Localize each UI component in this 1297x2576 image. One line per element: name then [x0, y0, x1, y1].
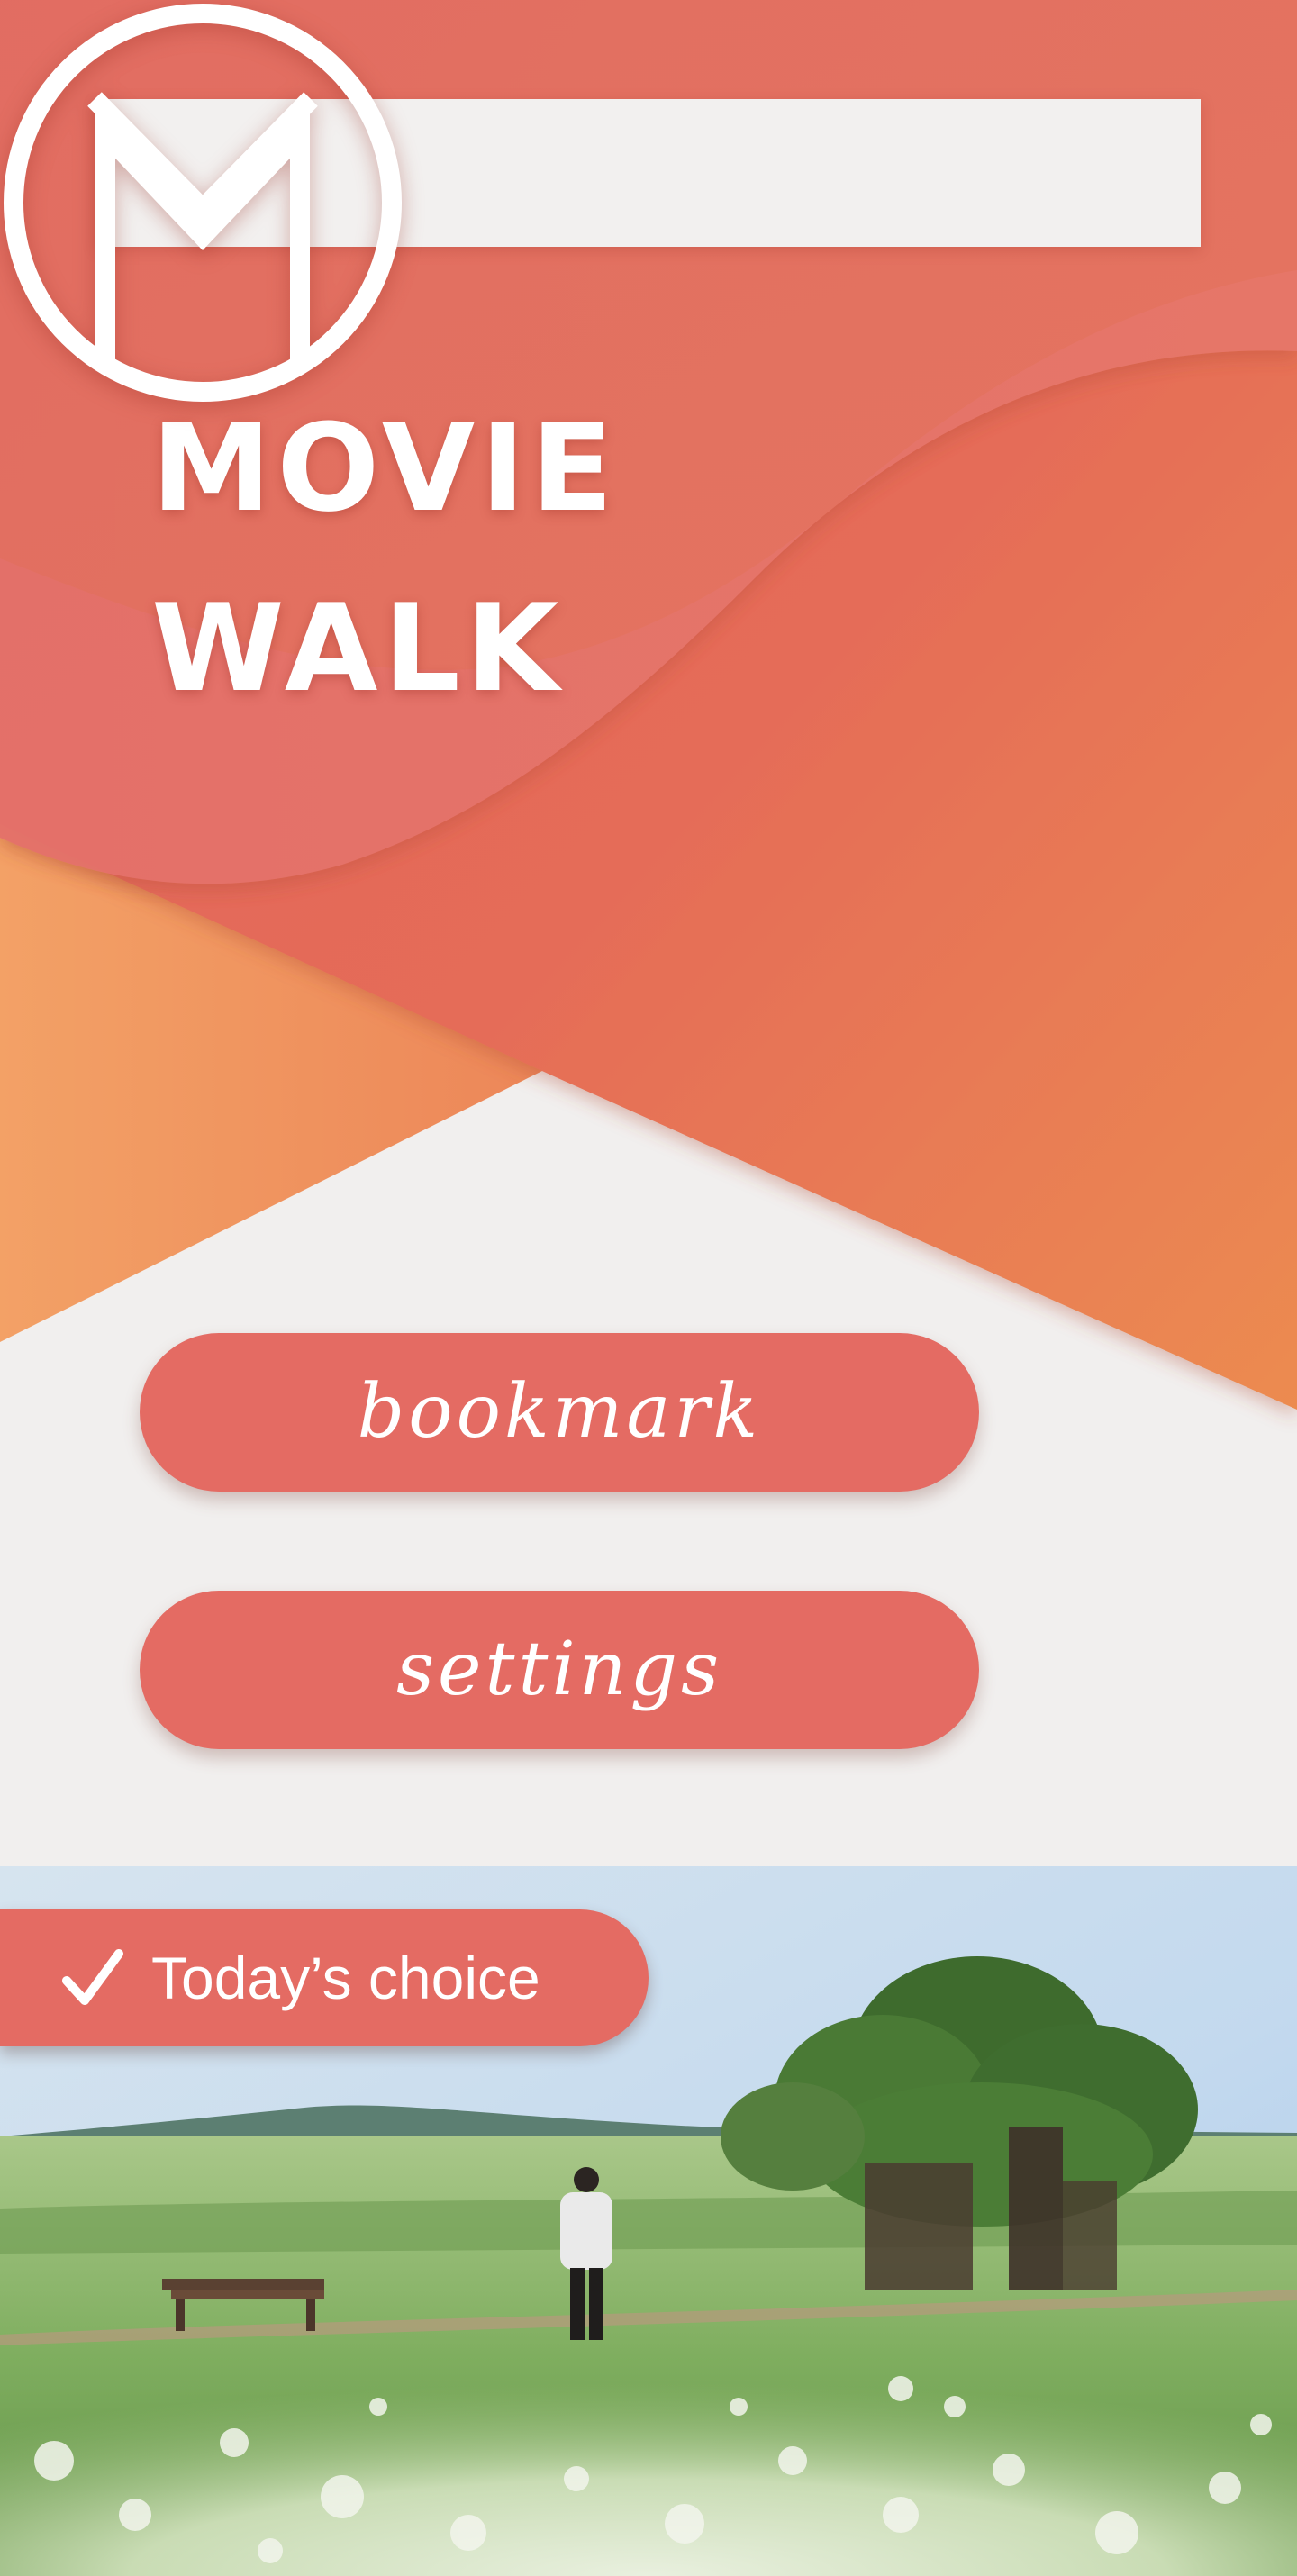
- app-title: MOVIE WALK: [151, 378, 619, 739]
- main-screen: MOVIE WALK bookmark settings Today’s cho…: [0, 0, 1297, 2576]
- m-circle-logo-icon: [4, 4, 402, 402]
- todays-choice-section[interactable]: Today’s choice: [0, 1866, 1297, 2576]
- check-icon: [62, 1949, 123, 2005]
- app-title-line1: MOVIE: [151, 398, 619, 539]
- bookmark-button[interactable]: bookmark: [140, 1333, 979, 1492]
- settings-button[interactable]: settings: [140, 1591, 979, 1749]
- hero-header: MOVIE WALK: [0, 0, 1297, 1441]
- todays-choice-badge[interactable]: Today’s choice: [0, 1909, 648, 2046]
- todays-choice-label: Today’s choice: [151, 1945, 540, 2011]
- app-title-line2: WALK: [151, 578, 565, 719]
